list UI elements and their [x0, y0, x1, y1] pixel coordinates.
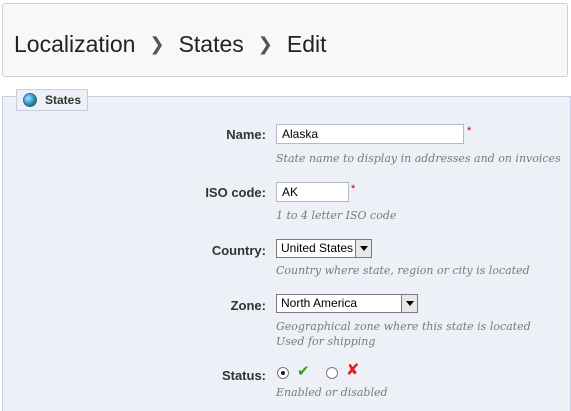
status-enabled-radio[interactable] [277, 367, 289, 379]
name-label: Name: [226, 127, 266, 142]
name-hint: State name to display in addresses and o… [276, 152, 561, 165]
zone-label: Zone: [230, 298, 266, 313]
status-disabled-radio[interactable] [326, 367, 338, 379]
globe-icon [23, 93, 37, 107]
zone-selected-value: North America [281, 296, 358, 310]
name-required-marker: * [467, 125, 472, 137]
fieldset-legend: States [16, 89, 89, 111]
iso-code-label: ISO code: [205, 185, 266, 200]
chevron-right-icon: ❯ [257, 34, 273, 54]
country-select[interactable]: United States [276, 239, 372, 258]
page-header: Localization ❯ States ❯ Edit [2, 3, 568, 77]
country-selected-value: United States [281, 241, 354, 255]
legend-label: States [45, 93, 82, 107]
name-input[interactable]: Alaska [276, 124, 464, 144]
iso-code-hint: 1 to 4 letter ISO code [276, 209, 397, 222]
country-hint: Country where state, region or city is l… [276, 264, 530, 277]
breadcrumb-item-localization[interactable]: Localization [14, 31, 135, 57]
zone-select[interactable]: North America [276, 294, 418, 313]
status-label: Status: [221, 368, 266, 383]
status-hint: Enabled or disabled [276, 386, 388, 399]
chevron-right-icon: ❯ [149, 34, 165, 54]
iso-code-required-marker: * [351, 183, 356, 195]
zone-hint-line1: Geographical zone where this state is lo… [276, 320, 531, 333]
breadcrumb: Localization ❯ States ❯ Edit [14, 31, 327, 58]
cross-icon: ✘ [346, 362, 360, 379]
check-icon: ✔ [297, 363, 310, 380]
breadcrumb-item-edit: Edit [286, 31, 327, 57]
chevron-down-icon[interactable] [355, 240, 371, 257]
chevron-down-icon[interactable] [401, 295, 417, 312]
zone-hint-line2: Used for shipping [276, 335, 376, 348]
country-label: Country: [211, 243, 266, 258]
breadcrumb-item-states[interactable]: States [179, 31, 244, 57]
iso-code-input[interactable]: AK [276, 182, 349, 202]
